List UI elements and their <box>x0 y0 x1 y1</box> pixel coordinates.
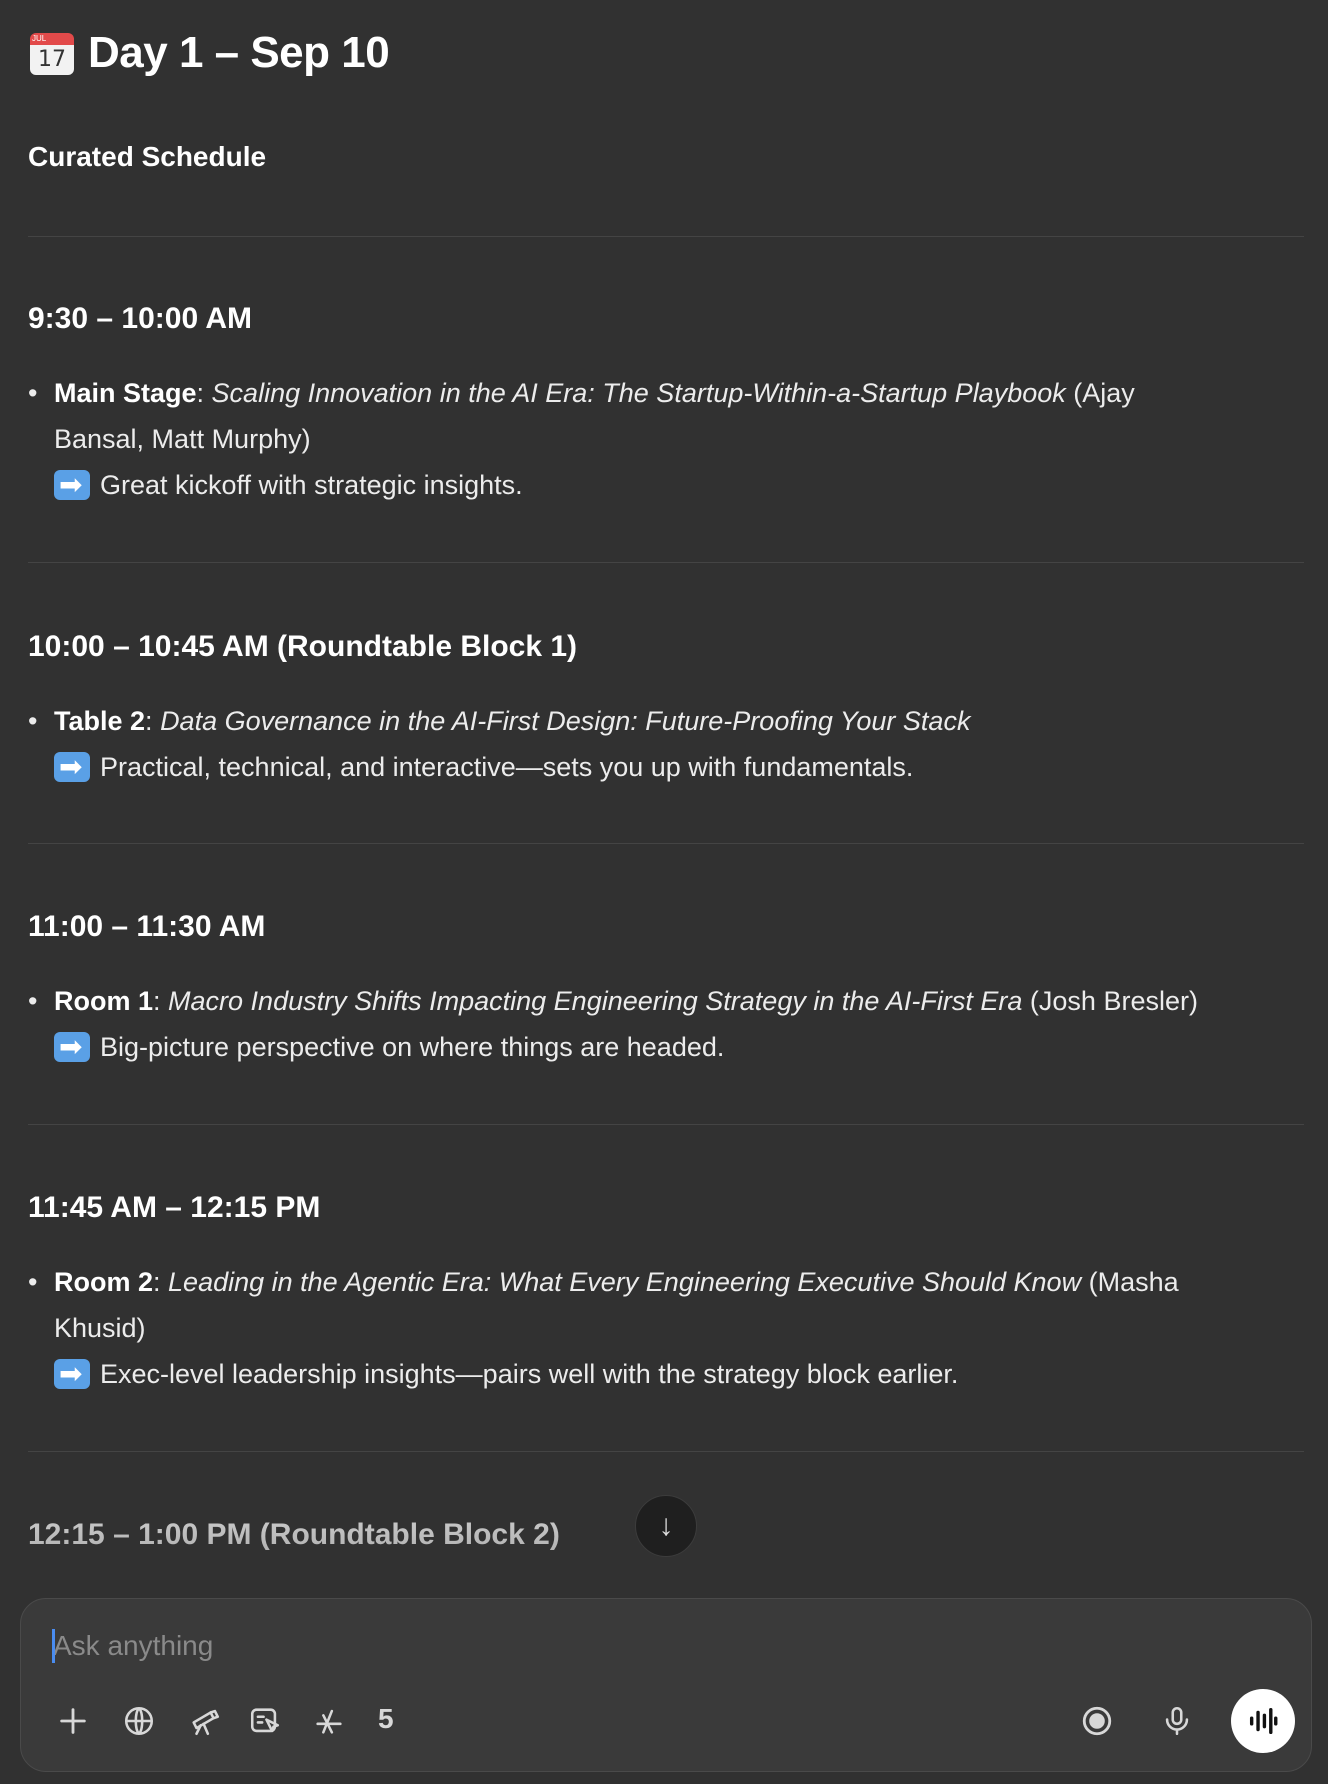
divider <box>28 843 1304 844</box>
record-icon[interactable] <box>1075 1699 1119 1743</box>
session-title: Data Governance in the AI-First Design: … <box>160 706 971 736</box>
bullet: • <box>28 378 38 408</box>
time-heading: 11:45 AM – 12:15 PM <box>28 1191 321 1224</box>
session-title: Scaling Innovation in the AI Era: The St… <box>211 378 1066 408</box>
session-speakers: (Ajay <box>1073 378 1135 408</box>
bullet: • <box>28 986 38 1016</box>
session-item: • Room 2: Leading in the Agentic Era: Wh… <box>28 1259 1304 1397</box>
composer: 5 <box>20 1598 1312 1772</box>
session-note: Practical, technical, and interactive—se… <box>100 752 914 782</box>
right-arrow-icon <box>54 1351 90 1397</box>
session-note-row: Big-picture perspective on where things … <box>54 1024 1304 1070</box>
bullet: • <box>28 1267 38 1297</box>
session-item: • Room 1: Macro Industry Shifts Impactin… <box>28 978 1304 1070</box>
voice-mode-button[interactable] <box>1231 1689 1295 1753</box>
tool-count[interactable]: 5 <box>378 1703 394 1735</box>
time-heading: 9:30 – 10:00 AM <box>28 302 253 335</box>
session-note-row: Exec-level leadership insights—pairs wel… <box>54 1351 1304 1397</box>
session-speakers: (Josh Bresler) <box>1029 986 1198 1016</box>
right-arrow-icon <box>54 744 90 790</box>
divider <box>28 1451 1304 1452</box>
page-title: Day 1 – Sep 10 <box>88 28 390 77</box>
session-item: • Table 2: Data Governance in the AI-Fir… <box>28 698 1304 790</box>
session-note: Exec-level leadership insights—pairs wel… <box>100 1359 959 1389</box>
canvas-icon[interactable] <box>243 1699 287 1743</box>
calendar-icon: JUL 17 <box>28 29 76 77</box>
divider <box>28 562 1304 563</box>
session-title: Leading in the Agentic Era: What Every E… <box>168 1267 1082 1297</box>
bullet: • <box>28 706 38 736</box>
session-location: Table 2 <box>54 706 146 736</box>
session-note-row: Practical, technical, and interactive—se… <box>54 744 1304 790</box>
right-arrow-icon <box>54 1024 90 1070</box>
scroll-to-bottom-button[interactable]: ↓ <box>635 1495 697 1557</box>
session-location: Room 2 <box>54 1267 154 1297</box>
session-speakers-cont: Khusid) <box>54 1313 146 1343</box>
arrow-down-icon: ↓ <box>658 1509 674 1542</box>
session-note: Big-picture perspective on where things … <box>100 1032 725 1062</box>
plus-icon[interactable] <box>51 1699 95 1743</box>
microphone-icon[interactable] <box>1155 1699 1199 1743</box>
session-note: Great kickoff with strategic insights. <box>100 470 523 500</box>
session-title: Macro Industry Shifts Impacting Engineer… <box>168 986 1023 1016</box>
section-subtitle: Curated Schedule <box>28 141 267 172</box>
session-item: • Main Stage: Scaling Innovation in the … <box>28 370 1304 508</box>
divider <box>28 1124 1304 1125</box>
divider <box>28 236 1304 237</box>
title-row: JUL 17 Day 1 – Sep 10 <box>28 28 390 78</box>
telescope-icon[interactable] <box>183 1699 227 1743</box>
right-arrow-icon <box>54 462 90 508</box>
time-heading: 11:00 – 11:30 AM <box>28 910 266 943</box>
globe-icon[interactable] <box>117 1699 161 1743</box>
session-note-row: Great kickoff with strategic insights. <box>54 462 1304 508</box>
session-speakers-cont: Bansal, Matt Murphy) <box>54 424 311 454</box>
session-location: Room 1 <box>54 986 154 1016</box>
session-speakers: (Masha <box>1088 1267 1179 1297</box>
text-caret <box>52 1629 55 1663</box>
time-heading: 12:15 – 1:00 PM (Roundtable Block 2) <box>28 1518 560 1551</box>
apps-icon[interactable] <box>307 1699 351 1743</box>
session-location: Main Stage <box>54 378 197 408</box>
ask-input[interactable] <box>51 1625 1055 1667</box>
time-heading: 10:00 – 10:45 AM (Roundtable Block 1) <box>28 630 578 663</box>
voice-mode-icon <box>1249 1707 1278 1735</box>
